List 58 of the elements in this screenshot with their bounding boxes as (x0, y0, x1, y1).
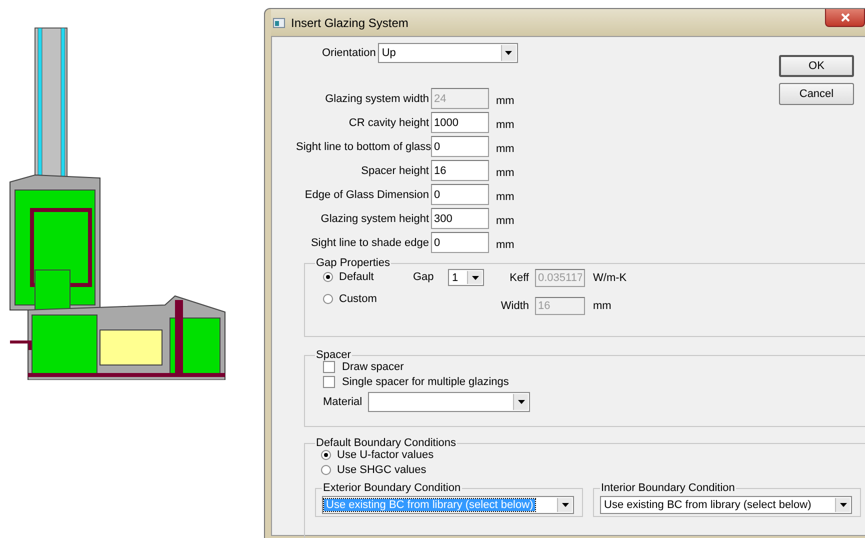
group-title: Spacer (315, 349, 352, 361)
field-label: Spacer height (360, 164, 429, 176)
window-title: Insert Glazing System (291, 16, 408, 30)
checkbox-option[interactable]: Draw spacer (323, 361, 857, 373)
gap-dropdown[interactable]: 1 (448, 269, 484, 286)
radio-option[interactable]: Custom (323, 293, 413, 305)
unit-label: mm (496, 142, 516, 154)
dropdown-value: Use existing BC from library (select below) (324, 499, 536, 511)
input-field[interactable]: 1000 (431, 112, 489, 133)
input-field[interactable]: 0 (431, 136, 489, 157)
radio-button[interactable] (323, 294, 333, 304)
group-title: Interior Boundary Condition (600, 482, 736, 494)
radio-button[interactable] (321, 450, 331, 460)
dropdown-value: 1 (452, 272, 458, 284)
unit-label: W/m-K (593, 272, 627, 284)
checkbox[interactable] (323, 361, 335, 373)
radio-button[interactable] (323, 272, 333, 282)
input-field[interactable]: 0 (431, 232, 489, 253)
dropdown-value: Use existing BC from library (select below) (603, 499, 812, 511)
unit-label: mm (496, 94, 516, 106)
input-field[interactable]: 16 (431, 160, 489, 181)
radio-option[interactable]: Use SHGC values (321, 464, 861, 476)
unit-label: mm (496, 190, 516, 202)
window-icon (273, 18, 285, 28)
dialog-button[interactable]: OK (779, 55, 854, 77)
dropdown-value: Up (382, 47, 396, 59)
field-label: Edge of Glass Dimension (304, 188, 429, 200)
field-label: Sight line to shade edge (310, 236, 429, 248)
material-dropdown[interactable] (368, 392, 530, 412)
field-label: CR cavity height (348, 116, 429, 128)
unit-label: mm (496, 118, 516, 130)
radio-option[interactable]: Use U-factor values (321, 449, 861, 461)
input-field[interactable]: 0 (431, 184, 489, 205)
group-title: Exterior Boundary Condition (322, 482, 462, 494)
unit-label: mm (496, 214, 516, 226)
radio-option[interactable]: Default (323, 271, 413, 283)
group-title: Gap Properties (315, 257, 391, 269)
close-icon (840, 13, 850, 22)
radio-button[interactable] (321, 465, 331, 475)
unit-label: mm (593, 300, 612, 312)
dialog-button[interactable]: Cancel (779, 83, 854, 105)
field-label: Orientation (322, 47, 376, 59)
field-label: Glazing system height (320, 212, 429, 224)
boundary-condition-dropdown[interactable]: Use existing BC from library (select below) (600, 496, 852, 514)
field-label: Width (500, 300, 529, 312)
unit-label: mm (496, 166, 516, 178)
field-label: Sight line to bottom of glass (296, 140, 429, 152)
checkbox[interactable] (323, 376, 335, 388)
input-field[interactable]: 300 (431, 208, 489, 229)
orientation-dropdown[interactable]: Up (378, 43, 518, 63)
unit-label: mm (496, 238, 516, 250)
checkbox-option[interactable]: Single spacer for multiple glazings (323, 376, 857, 388)
field-label: Material (323, 396, 362, 408)
field-label: Gap (413, 271, 435, 283)
field-label: Glazing system width (324, 92, 429, 104)
field-label: Keff (508, 272, 529, 284)
close-button[interactable] (825, 9, 865, 27)
group-title: Default Boundary Conditions (315, 437, 458, 449)
